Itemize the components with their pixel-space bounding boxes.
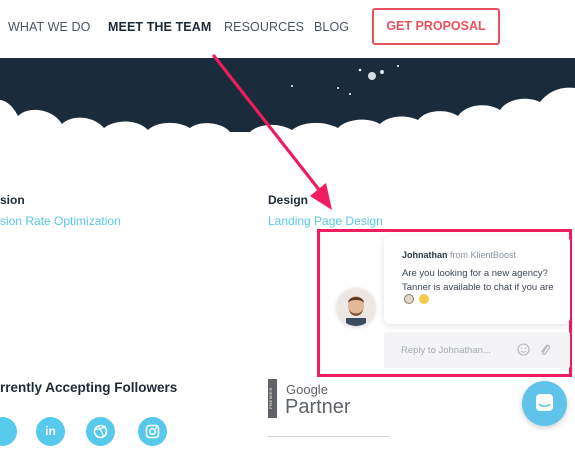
- followers-heading: rrently Accepting Followers: [0, 380, 178, 395]
- chat-message-text: Are you looking for a new agency? Tanner…: [402, 267, 558, 308]
- linkedin-icon-label: in: [45, 424, 56, 438]
- chat-message-body: Are you looking for a new agency? Tanner…: [402, 268, 554, 293]
- link-conversion-rate-optimization[interactable]: sion Rate Optimization: [0, 214, 121, 228]
- dribbble-icon[interactable]: [86, 417, 115, 446]
- chat-sender-name: Johnathan: [402, 250, 448, 260]
- social-icon[interactable]: [0, 417, 17, 446]
- premier-label: PREMIER: [268, 379, 277, 418]
- dribbble-glyph: [93, 424, 108, 439]
- chat-reply-input[interactable]: Reply to Johnathan...: [384, 332, 570, 368]
- dog-emoji-icon: [404, 294, 414, 304]
- link-landing-page-design[interactable]: Landing Page Design: [268, 214, 383, 228]
- chat-icon: [536, 394, 553, 411]
- google-wordmark: Google: [286, 382, 328, 397]
- avatar-portrait: [337, 288, 375, 326]
- avatar[interactable]: [337, 288, 375, 326]
- partner-wordmark: Partner: [285, 396, 351, 418]
- chat-sender-company: from KlientBoost: [450, 250, 517, 260]
- linkedin-icon[interactable]: in: [36, 417, 65, 446]
- google-partner-badge: PREMIER Google Partner: [268, 379, 388, 425]
- divider: [268, 436, 390, 437]
- chat-sender-line: Johnathan from KlientBoost: [402, 250, 516, 260]
- chat-launcher-button[interactable]: [522, 381, 567, 426]
- instagram-icon[interactable]: [138, 417, 167, 446]
- chat-message-bubble[interactable]: Johnathan from KlientBoost Are you looki…: [384, 236, 570, 324]
- column-heading-conversion: sion: [0, 193, 25, 207]
- chat-reply-placeholder: Reply to Johnathan...: [401, 345, 491, 356]
- attachment-icon[interactable]: [539, 342, 551, 357]
- column-heading-design: Design: [268, 193, 309, 207]
- emoji-picker-icon[interactable]: [517, 343, 530, 356]
- wink-emoji-icon: [418, 294, 429, 304]
- instagram-glyph: [145, 424, 160, 439]
